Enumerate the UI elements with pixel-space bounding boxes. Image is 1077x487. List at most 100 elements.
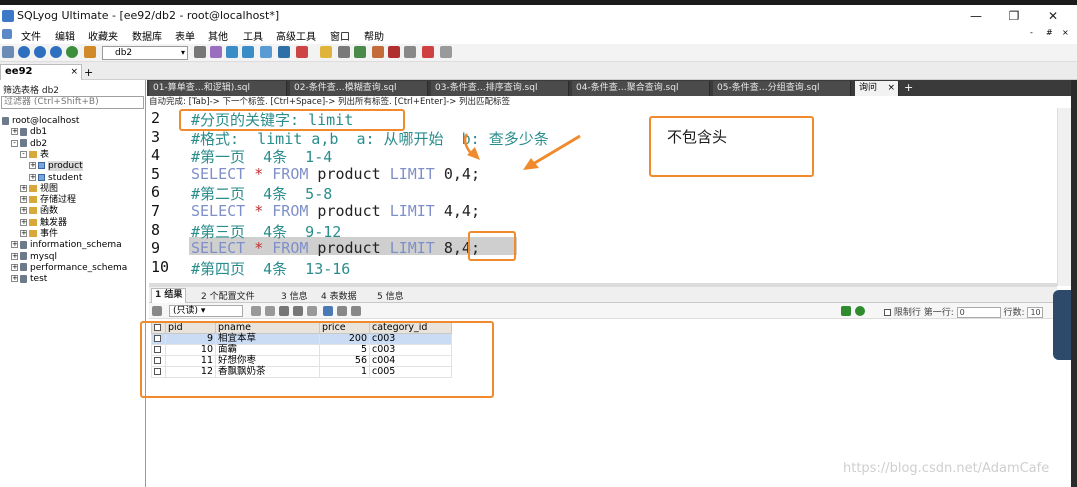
- layout-icon[interactable]: [422, 46, 434, 58]
- menu-edit[interactable]: 编辑: [55, 28, 75, 43]
- filter-input[interactable]: 过滤器 (Ctrl+Shift+B): [1, 96, 144, 109]
- tree-item[interactable]: + test: [11, 274, 47, 285]
- menu-table[interactable]: 表单: [175, 28, 195, 43]
- limit-first-input[interactable]: 0: [956, 307, 1001, 318]
- tree-item[interactable]: + 视图: [20, 184, 58, 195]
- readonly-select[interactable]: (只读) ▾: [169, 305, 243, 317]
- notification-icon[interactable]: [354, 46, 366, 58]
- query-builder-icon[interactable]: [278, 46, 290, 58]
- tab-query-05[interactable]: 05-条件查…分组查询.sql: [713, 81, 851, 96]
- menu-window[interactable]: 窗口: [330, 28, 350, 43]
- close-icon[interactable]: ×: [887, 81, 895, 95]
- tree-item[interactable]: root@localhost: [2, 116, 79, 127]
- tree-item[interactable]: -表: [20, 150, 49, 161]
- menu-other[interactable]: 其他: [208, 28, 228, 43]
- expand-icon[interactable]: +: [11, 252, 18, 260]
- grid-view-icon[interactable]: [323, 306, 333, 316]
- backup-icon[interactable]: [210, 46, 222, 58]
- filter-icon[interactable]: [841, 306, 851, 316]
- user-icon[interactable]: [194, 46, 206, 58]
- export-icon[interactable]: [242, 46, 254, 58]
- grid-mode-icon[interactable]: [152, 306, 162, 316]
- expand-icon[interactable]: +: [11, 263, 18, 271]
- maximize-button[interactable]: ❐: [1006, 9, 1022, 23]
- collapse-icon[interactable]: -: [20, 150, 27, 158]
- favorites-icon[interactable]: [84, 46, 96, 58]
- expand-icon[interactable]: +: [11, 128, 18, 136]
- tree-item[interactable]: + student: [29, 173, 82, 184]
- editor-scrollbar[interactable]: [1057, 108, 1071, 286]
- expand-icon[interactable]: +: [20, 230, 27, 237]
- disconnect-icon[interactable]: [34, 46, 46, 58]
- tree-item[interactable]: + product: [29, 161, 83, 172]
- expand-icon[interactable]: +: [20, 207, 27, 215]
- insert-row-icon[interactable]: [251, 306, 261, 316]
- tree-item[interactable]: - db2: [11, 139, 47, 150]
- tab-query-02[interactable]: 02-条件查…模糊查询.sql: [290, 81, 428, 96]
- tab-result[interactable]: 1 结果: [151, 288, 187, 303]
- tab-profile[interactable]: 2 个配置文件: [201, 289, 255, 302]
- mdi-restore-button[interactable]: #: [1046, 28, 1053, 37]
- tab-query-active[interactable]: 询问 ×: [855, 81, 899, 96]
- menu-database[interactable]: 数据库: [132, 28, 162, 43]
- new-connection-icon[interactable]: [2, 46, 14, 58]
- minimize-button[interactable]: —: [968, 9, 984, 23]
- expand-icon[interactable]: +: [20, 218, 27, 226]
- report-icon[interactable]: [388, 46, 400, 58]
- calculator-icon[interactable]: [404, 46, 416, 58]
- tab-query-03[interactable]: 03-条件查…排序查询.sql: [431, 81, 569, 96]
- connect-icon[interactable]: [18, 46, 30, 58]
- side-panel-toggle[interactable]: [1053, 290, 1071, 360]
- database-select[interactable]: db2 ▾: [102, 46, 188, 60]
- expand-icon[interactable]: +: [11, 241, 18, 249]
- menu-tools[interactable]: 工具: [243, 28, 263, 43]
- import-icon[interactable]: [226, 46, 238, 58]
- filter-clear-icon[interactable]: [855, 306, 865, 316]
- sql-editor[interactable]: 2 #分页的关键字: limit 3 #格式: limit a,b a: 从哪开始 b…: [149, 108, 1057, 286]
- collapse-icon[interactable]: -: [11, 139, 18, 147]
- tree-item[interactable]: + information_schema: [11, 240, 122, 251]
- sync-icon[interactable]: [296, 46, 308, 58]
- menu-help[interactable]: 帮助: [364, 28, 384, 43]
- tab-table-data[interactable]: 4 表数据: [321, 289, 357, 302]
- limit-checkbox[interactable]: [884, 309, 891, 316]
- add-session-button[interactable]: +: [84, 66, 93, 79]
- form-view-icon[interactable]: [337, 306, 347, 316]
- menu-favorites[interactable]: 收藏夹: [88, 28, 118, 43]
- save-icon[interactable]: [279, 306, 289, 316]
- refresh-icon[interactable]: [50, 46, 62, 58]
- close-button[interactable]: ✕: [1045, 9, 1061, 23]
- mdi-close-button[interactable]: ×: [1062, 28, 1069, 37]
- duplicate-row-icon[interactable]: [265, 306, 275, 316]
- rows-input[interactable]: 10: [1027, 307, 1044, 318]
- tree-item[interactable]: + performance_schema: [11, 263, 127, 274]
- expand-icon[interactable]: +: [29, 162, 36, 170]
- expand-icon[interactable]: +: [11, 275, 18, 283]
- mdi-minimize-button[interactable]: -: [1030, 28, 1033, 37]
- lightning-icon[interactable]: [320, 46, 332, 58]
- tree-item[interactable]: + 事件: [20, 229, 58, 240]
- tree-item[interactable]: + db1: [11, 127, 47, 138]
- session-tab-ee92[interactable]: ee92 ×: [0, 64, 82, 80]
- expand-icon[interactable]: +: [20, 196, 27, 204]
- tree-item[interactable]: + 触发器: [20, 218, 67, 229]
- text-view-icon[interactable]: [351, 306, 361, 316]
- tree-item[interactable]: + mysql: [11, 252, 57, 263]
- menu-advanced-tools[interactable]: 高级工具: [276, 28, 316, 43]
- tree-item[interactable]: + 存储过程: [20, 195, 76, 206]
- tools-icon[interactable]: [372, 46, 384, 58]
- menu-file[interactable]: 文件: [21, 28, 41, 43]
- scheduler-icon[interactable]: [338, 46, 350, 58]
- expand-icon[interactable]: +: [29, 173, 36, 181]
- execute-icon[interactable]: [66, 46, 78, 58]
- expand-icon[interactable]: +: [20, 184, 27, 192]
- schema-icon[interactable]: [260, 46, 272, 58]
- cancel-icon[interactable]: [307, 306, 317, 316]
- add-tab-button[interactable]: +: [904, 81, 913, 94]
- tab-query-04[interactable]: 04-条件查…聚合查询.sql: [572, 81, 710, 96]
- grid-icon[interactable]: [440, 46, 452, 58]
- tree-item[interactable]: + 函数: [20, 206, 58, 217]
- tab-info[interactable]: 3 信息: [281, 289, 308, 302]
- delete-icon[interactable]: [293, 306, 303, 316]
- tab-messages[interactable]: 5 信息: [377, 289, 404, 302]
